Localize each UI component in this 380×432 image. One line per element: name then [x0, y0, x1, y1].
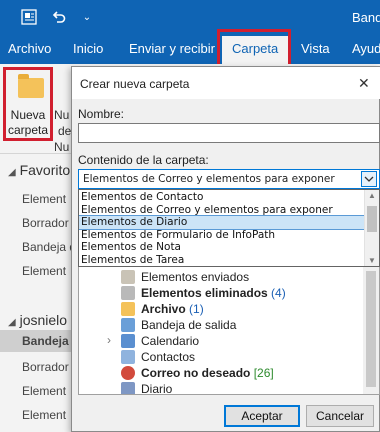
unread-count: (4)	[271, 286, 286, 300]
dropdown-option[interactable]: Elementos de Correo y elementos para exp…	[79, 204, 364, 217]
undo-icon[interactable]	[50, 8, 68, 26]
new-folder-label-2: carpeta	[7, 123, 49, 137]
nav-item[interactable]: Element	[22, 264, 66, 278]
dialog-titlebar: Crear nueva carpeta ✕	[72, 67, 380, 99]
nav-item[interactable]: Element	[22, 408, 66, 422]
journal-icon	[121, 382, 135, 394]
favorites-header[interactable]: ◢ Favorito	[8, 162, 70, 178]
content-label: Contenido de la carpeta:	[78, 153, 209, 167]
tab-enviar-y-recibir[interactable]: Enviar y recibir	[129, 41, 215, 56]
dropdown-option[interactable]: Elementos de Contacto	[79, 191, 364, 204]
tree-row[interactable]: Contactos	[79, 349, 363, 365]
name-label: Nombre:	[78, 107, 125, 121]
tree-scroll-thumb[interactable]	[366, 271, 376, 387]
deleted-items-icon	[121, 286, 135, 300]
dropdown-option[interactable]: Elementos de Tarea	[79, 254, 364, 267]
tab-inicio[interactable]: Inicio	[73, 41, 103, 56]
tree-row[interactable]: Correo no deseado [26]	[79, 365, 363, 381]
folder-icon	[18, 74, 44, 98]
calendar-icon	[121, 334, 135, 348]
scroll-up-icon[interactable]: ▲	[368, 191, 376, 200]
folder-location-tree: Elementos enviados Elementos eliminados …	[78, 267, 380, 395]
tree-row[interactable]: Archivo (1)	[79, 301, 363, 317]
dropdown-option-highlighted[interactable]: Elementos de Diario	[79, 215, 365, 230]
nav-item[interactable]: Borrador	[22, 360, 69, 374]
tree-row[interactable]: Bandeja de salida	[79, 317, 363, 333]
outbox-icon	[121, 318, 135, 332]
cancel-button[interactable]: Cancelar	[306, 405, 374, 427]
tree-row[interactable]: Diario	[79, 381, 363, 395]
folder-pane: ◢ Favorito Element Borrador Bandeja d El…	[0, 154, 72, 432]
tree-label: Diario	[141, 382, 173, 395]
junk-mail-icon	[121, 366, 135, 380]
folder-content-select[interactable]: Elementos de Correo y elementos para exp…	[78, 169, 380, 189]
accept-button[interactable]: Aceptar	[224, 405, 300, 427]
ribbon-fragment[interactable]: Nu	[54, 140, 69, 154]
title-bar: ⌄ Band	[0, 0, 380, 34]
account-label: josnielo	[19, 312, 68, 328]
collapse-icon[interactable]: ◢	[8, 167, 16, 178]
outlook-app-icon[interactable]	[20, 8, 38, 26]
nav-item[interactable]: Element	[22, 384, 66, 398]
folder-name-input[interactable]	[78, 123, 380, 143]
nav-item[interactable]: Element	[22, 192, 66, 206]
dropdown-option[interactable]: Elementos de Nota	[79, 241, 364, 254]
dropdown-scroll-thumb[interactable]	[367, 206, 377, 232]
tree-row[interactable]: › Calendario	[79, 333, 363, 349]
tree-label: Calendario	[141, 334, 200, 348]
folder-content-value: Elementos de Correo y elementos para exp…	[83, 173, 335, 185]
tree-label: Correo no deseado	[141, 366, 251, 380]
tree-label: Elementos enviados	[141, 270, 250, 284]
tree-label: Bandeja de salida	[141, 318, 237, 332]
unread-count: [26]	[253, 366, 274, 380]
tree-label: Elementos eliminados	[141, 286, 268, 300]
nav-item[interactable]: Bandeja d	[22, 240, 72, 254]
new-folder-label-1: Nueva	[10, 108, 46, 122]
folder-icon	[121, 302, 135, 316]
sent-items-icon	[121, 270, 135, 284]
nav-item[interactable]: Borrador	[22, 216, 69, 230]
tree-row[interactable]: Elementos enviados	[79, 269, 363, 285]
account-header[interactable]: ◢ josnielo	[8, 312, 67, 328]
tree-scrollbar[interactable]	[363, 267, 379, 394]
nav-item-selected[interactable]: Bandeja d	[22, 334, 72, 348]
folder-content-dropdown-list: Elementos de Contacto Elementos de Corre…	[78, 189, 380, 267]
dropdown-option[interactable]: Elementos de Formulario de InfoPath	[79, 229, 364, 242]
ribbon-tabs: Archivo Inicio Enviar y recibir Carpeta …	[0, 34, 380, 64]
tree-label: Archivo	[141, 302, 186, 316]
tab-vista[interactable]: Vista	[301, 41, 330, 56]
carpeta-tab-highlight	[217, 29, 291, 69]
collapse-icon[interactable]: ◢	[8, 317, 16, 328]
favorites-label: Favorito	[19, 162, 71, 178]
new-folder-button[interactable]: Nueva carpeta	[3, 67, 53, 141]
chevron-down-icon[interactable]	[361, 171, 377, 187]
contacts-icon	[121, 350, 135, 364]
tree-label: Contactos	[141, 350, 196, 364]
expand-chevron-icon[interactable]: ›	[107, 333, 111, 347]
dropdown-scrollbar[interactable]: ▲ ▼	[364, 190, 379, 266]
tab-archivo[interactable]: Archivo	[8, 41, 51, 56]
ribbon-fragment[interactable]: de	[58, 124, 71, 138]
ribbon-fragment[interactable]: Nu	[54, 108, 69, 122]
close-icon[interactable]: ✕	[358, 75, 370, 92]
window-title: Band	[352, 10, 380, 25]
unread-count: (1)	[189, 302, 204, 316]
dialog-title: Crear nueva carpeta	[80, 77, 190, 91]
new-folder-dialog: Crear nueva carpeta ✕ Nombre: Contenido …	[71, 66, 380, 432]
quick-access-chevron-icon[interactable]: ⌄	[78, 8, 96, 26]
tab-ayuda[interactable]: Ayud	[352, 41, 380, 56]
scroll-down-icon[interactable]: ▼	[368, 256, 376, 265]
tree-row[interactable]: Elementos eliminados (4)	[79, 285, 363, 301]
